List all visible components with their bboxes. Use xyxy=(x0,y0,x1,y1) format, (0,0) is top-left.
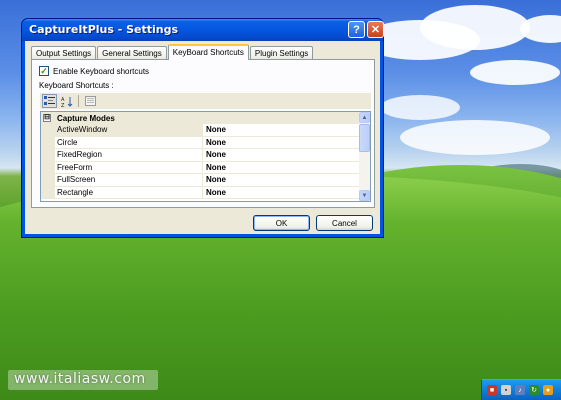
title-bar[interactable]: CaptureItPlus - Settings ? ✕ xyxy=(22,19,384,41)
window-title: CaptureItPlus - Settings xyxy=(29,23,179,36)
table-row[interactable]: FullScreen None xyxy=(41,174,359,187)
system-tray: ■ ▪ ♪ ↻ ● xyxy=(481,379,561,400)
dialog-body: Output Settings General Settings KeyBoar… xyxy=(25,41,380,234)
enable-shortcuts-label: Enable Keyboard shortcuts xyxy=(53,66,150,76)
keyboard-shortcuts-panel: ✓ Enable Keyboard shortcuts Keyboard Sho… xyxy=(31,59,375,208)
settings-dialog: CaptureItPlus - Settings ? ✕ Output Sett… xyxy=(21,18,384,238)
shortcuts-section-label: Keyboard Shortcuts : xyxy=(39,81,114,90)
property-name: FullScreen xyxy=(55,174,203,186)
cloud xyxy=(470,60,560,85)
scroll-thumb[interactable] xyxy=(359,124,370,152)
network-icon[interactable]: ▪ xyxy=(501,385,511,395)
help-button[interactable]: ? xyxy=(348,21,365,38)
tab-output-settings[interactable]: Output Settings xyxy=(31,46,97,60)
row-gutter xyxy=(41,174,55,186)
enable-shortcuts-option[interactable]: ✓ Enable Keyboard shortcuts xyxy=(39,66,149,76)
scroll-up-icon[interactable]: ▲ xyxy=(359,112,370,123)
tab-keyboard-shortcuts[interactable]: KeyBoard Shortcuts xyxy=(167,44,249,60)
row-gutter xyxy=(41,186,55,198)
cloud xyxy=(420,5,530,50)
cancel-button[interactable]: Cancel xyxy=(316,215,373,231)
property-name: FreeForm xyxy=(55,161,203,173)
cloud xyxy=(520,15,561,43)
table-row[interactable]: FixedRegion None xyxy=(41,149,359,162)
ok-button[interactable]: OK xyxy=(253,215,310,231)
property-name: ActiveWindow xyxy=(55,124,203,136)
toolbar-separator xyxy=(78,95,79,107)
alphabetical-icon[interactable]: AZ xyxy=(59,94,74,108)
category-label: Capture Modes xyxy=(57,113,115,123)
property-value[interactable]: None xyxy=(203,149,359,161)
category-row-capture-modes[interactable]: ⊟ Capture Modes xyxy=(41,112,359,124)
speaker-icon[interactable]: ♪ xyxy=(515,385,525,395)
vertical-scrollbar[interactable]: ▲ ▼ xyxy=(359,112,370,201)
close-button[interactable]: ✕ xyxy=(367,21,384,38)
categorized-icon[interactable] xyxy=(42,94,57,108)
property-pages-icon[interactable] xyxy=(83,94,98,108)
property-name: Rectangle xyxy=(55,186,203,198)
property-name: FixedRegion xyxy=(55,149,203,161)
app-icon[interactable]: ● xyxy=(543,385,553,395)
property-value[interactable]: None xyxy=(203,187,359,199)
tab-plugin-settings[interactable]: Plugin Settings xyxy=(249,46,314,60)
row-gutter xyxy=(41,124,55,136)
tab-general-settings[interactable]: General Settings xyxy=(97,46,167,60)
row-gutter xyxy=(41,149,55,161)
property-value[interactable]: None xyxy=(203,162,359,174)
table-row[interactable]: Rectangle None xyxy=(41,186,359,199)
collapse-icon[interactable]: ⊟ xyxy=(43,114,51,122)
tab-strip: Output Settings General Settings KeyBoar… xyxy=(31,44,314,60)
watermark: www.italiasw.com xyxy=(8,370,158,390)
property-value[interactable]: None xyxy=(203,174,359,186)
row-gutter xyxy=(41,161,55,173)
enable-shortcuts-checkbox[interactable]: ✓ xyxy=(39,66,49,76)
table-row[interactable]: FreeForm None xyxy=(41,161,359,174)
table-row[interactable]: ActiveWindow None xyxy=(41,124,359,137)
row-gutter xyxy=(41,136,55,148)
property-value[interactable]: None xyxy=(203,124,359,136)
svg-text:Z: Z xyxy=(61,103,65,107)
scroll-down-icon[interactable]: ▼ xyxy=(359,190,370,201)
property-grid-toolbar: AZ xyxy=(40,93,371,109)
cloud xyxy=(380,95,460,120)
property-value[interactable]: None xyxy=(203,137,359,149)
cloud xyxy=(400,120,550,155)
update-icon[interactable]: ↻ xyxy=(529,385,539,395)
grid-rows: ⊟ Capture Modes ActiveWindow None Circle… xyxy=(41,112,359,199)
table-row[interactable]: Circle None xyxy=(41,136,359,149)
security-shield-icon[interactable]: ■ xyxy=(487,385,497,395)
shortcuts-property-grid: ⊟ Capture Modes ActiveWindow None Circle… xyxy=(40,111,371,202)
property-name: Circle xyxy=(55,136,203,148)
